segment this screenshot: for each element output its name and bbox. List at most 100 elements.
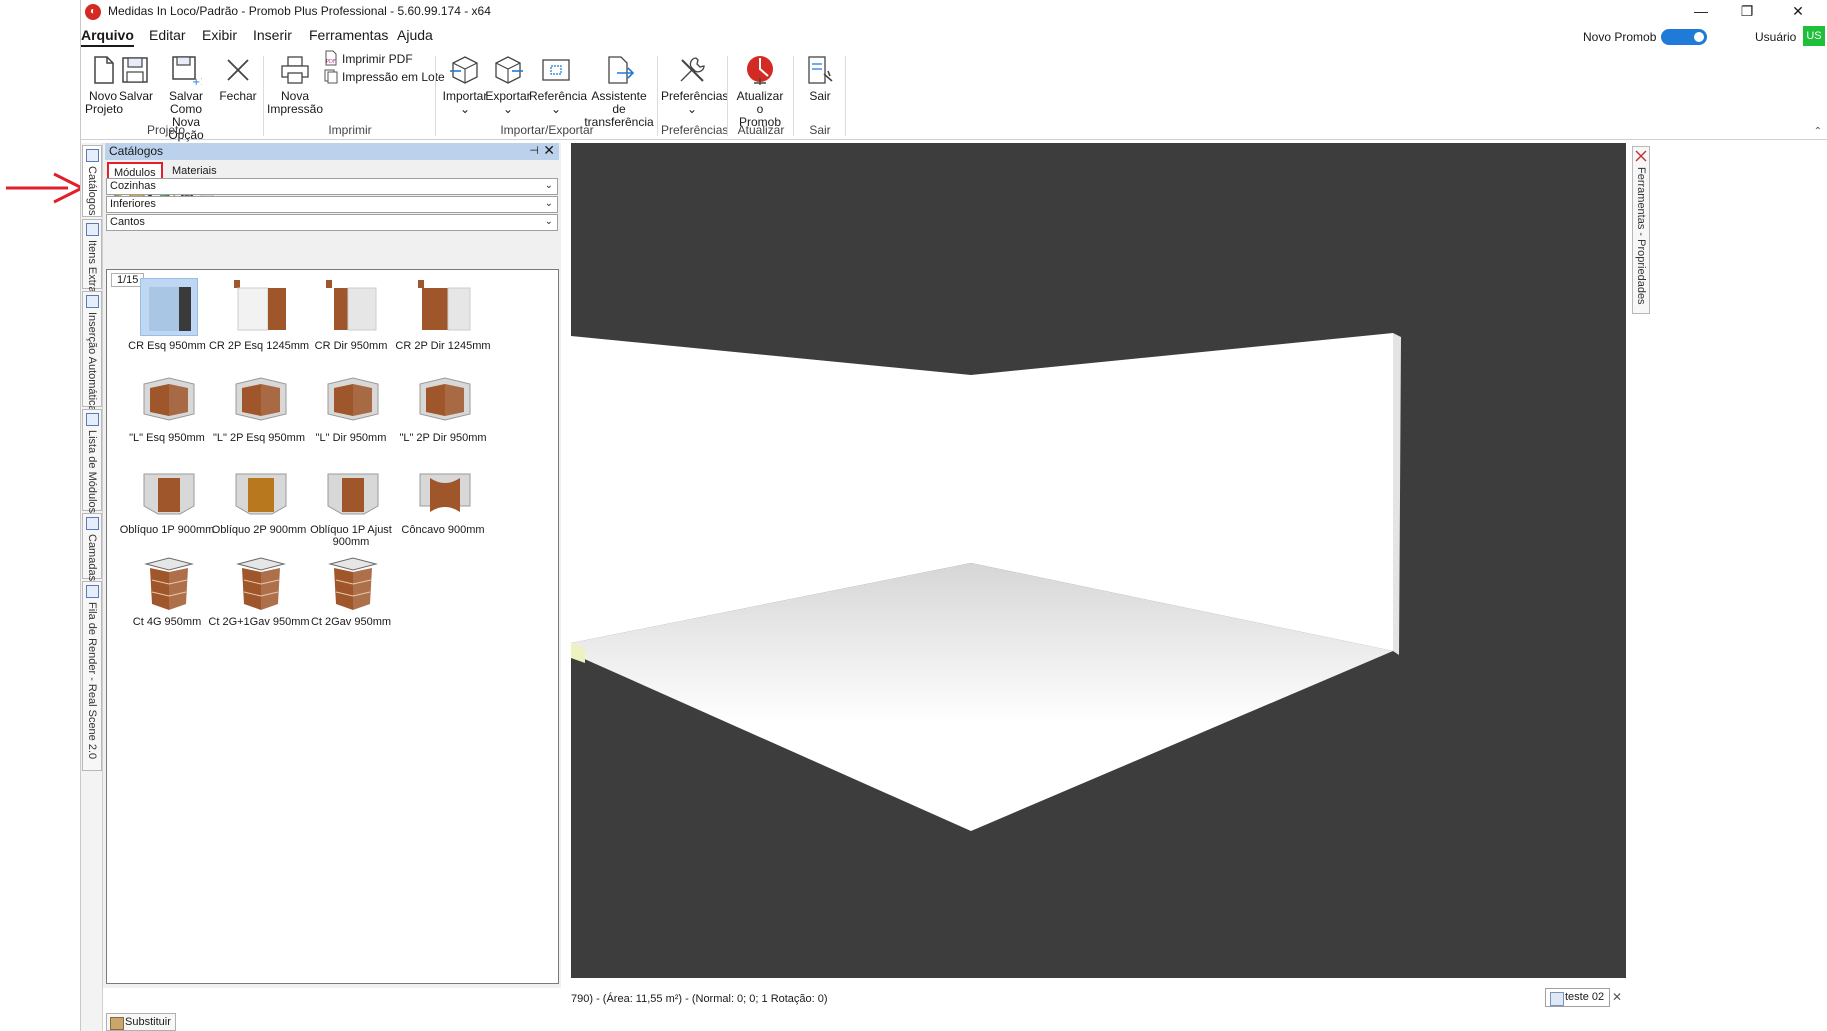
catalog-panel: Catálogos ⊣ ✕ Módulos Materiais Cozinhas… (103, 142, 561, 1031)
catalog-item-thumbnail (232, 462, 290, 520)
minimize-button[interactable]: — (1678, 0, 1724, 24)
close-window-button[interactable]: ✕ (1775, 0, 1821, 24)
vtab-ferramentas-propriedades[interactable]: Ferramentas - Propriedades (1632, 146, 1650, 314)
sair-button[interactable]: Sair (801, 54, 839, 103)
ribbon-collapse-button[interactable]: ⌃ (1814, 126, 1822, 137)
catalog-item[interactable]: Oblíquo 2P 900mm (206, 458, 312, 558)
vtab-camadas-label: Camadas (86, 534, 98, 582)
catalog-item[interactable]: Oblíquo 1P 900mm (114, 458, 220, 558)
menu-exibir[interactable]: Exibir (202, 27, 237, 43)
catalog-item[interactable]: Ct 2G+1Gav 950mm (206, 550, 312, 650)
catalog-item-label: Oblíquo 2P 900mm (211, 524, 307, 536)
usuario-label[interactable]: Usuário (1755, 30, 1796, 44)
catalog-item[interactable]: CR Esq 950mm (114, 274, 220, 374)
catalog-item-thumbnail (416, 278, 474, 336)
new-file-icon (94, 56, 114, 84)
group-label-importar-exportar: Importar/Exportar (500, 123, 594, 137)
salvar-button[interactable]: Salvar (119, 54, 153, 103)
catalog-item[interactable]: CR Dir 950mm (298, 274, 404, 374)
catalog-close-button[interactable]: ✕ (543, 142, 555, 159)
vtab-itens-extras-label: Itens Extras (86, 240, 98, 299)
menu-editar[interactable]: Editar (149, 27, 186, 43)
novo-projeto-button[interactable]: Novo Projeto (85, 54, 124, 116)
novo-projeto-label: Novo Projeto (85, 89, 124, 116)
catalog-item-label: "L" Esq 950mm (129, 432, 205, 444)
group-separator (435, 56, 436, 136)
impressao-lote-button[interactable]: Impressão em Lote (323, 68, 445, 84)
group-dropdown[interactable]: Cantos ⌄ (106, 214, 558, 231)
catalog-item[interactable]: Oblíquo 1P Ajust 900mm (298, 458, 404, 558)
importar-dropdown-caret: ⌄ (459, 102, 471, 116)
user-avatar[interactable]: US (1803, 26, 1825, 46)
vtab-itens-extras[interactable]: Itens Extras (82, 219, 102, 298)
promob-update-icon (747, 56, 773, 85)
menu-inserir[interactable]: Inserir (253, 27, 292, 43)
catalog-item-thumbnail (232, 278, 290, 336)
subcategory-dropdown[interactable]: Inferiores ⌄ (106, 196, 558, 213)
menu-arquivo[interactable]: Arquivo (81, 27, 134, 47)
app-window: ◐ Medidas In Loco/Padrão - Promob Plus P… (80, 0, 1827, 1031)
menu-ajuda[interactable]: Ajuda (397, 27, 433, 43)
category-dropdown[interactable]: Cozinhas ⌄ (106, 178, 558, 195)
substituir-button[interactable]: Substituir (106, 1013, 176, 1031)
catalog-item-label: CR 2P Dir 1245mm (395, 340, 491, 352)
catalog-item[interactable]: Côncavo 900mm (390, 458, 496, 558)
catalog-item[interactable]: CR 2P Dir 1245mm (390, 274, 496, 374)
referencia-button[interactable]: Referência ⌄ (529, 54, 587, 116)
catalog-item[interactable]: "L" 2P Esq 950mm (206, 366, 312, 466)
menu-ferramentas[interactable]: Ferramentas (309, 27, 388, 43)
nova-impressao-button[interactable]: Nova Impressão (267, 54, 323, 116)
project-tab-close-icon[interactable]: ✕ (1612, 990, 1622, 1004)
catalog-item-label: CR Esq 950mm (128, 340, 206, 352)
red-arrow-annotation (6, 172, 84, 204)
catalog-item[interactable]: CR 2P Esq 1245mm (206, 274, 312, 374)
subcategory-dropdown-value: Inferiores (110, 198, 156, 210)
catalog-item[interactable]: "L" Dir 950mm (298, 366, 404, 466)
fechar-button[interactable]: Fechar (219, 54, 257, 103)
impressao-lote-label: Impressão em Lote (342, 70, 445, 84)
catalog-item-thumbnail (324, 554, 382, 612)
catalog-item-thumbnail (416, 370, 474, 428)
chevron-down-icon: ⌄ (544, 198, 553, 209)
importar-button[interactable]: Importar ⌄ (441, 54, 489, 116)
transfer-wizard-icon (608, 56, 635, 84)
atualizar-promob-button[interactable]: Atualizar o Promob (733, 54, 787, 129)
catalog-item[interactable]: Ct 2Gav 950mm (298, 550, 404, 650)
vtab-catalogos[interactable]: Catálogos (82, 145, 102, 217)
vtab-insercao-automatica[interactable]: Inserção Automática (82, 291, 102, 412)
export-cube-icon (495, 56, 523, 84)
group-label-sair: Sair (809, 123, 831, 137)
novo-promob-label: Novo Promob (1583, 30, 1657, 44)
catalog-header: Catálogos ⊣ ✕ (105, 142, 559, 160)
preferencias-button[interactable]: Preferências ⌄ (661, 54, 728, 116)
ribbon: Novo Projeto Salvar +1 Salvar Como Nova … (81, 50, 1827, 142)
layers-icon (86, 517, 99, 530)
vtab-lista-modulos[interactable]: Lista de Módulos (82, 409, 102, 513)
exit-icon (808, 56, 833, 84)
vtab-camadas[interactable]: Camadas (82, 513, 102, 582)
project-tab[interactable]: teste 02 (1545, 988, 1611, 1007)
exportar-button[interactable]: Exportar ⌄ (485, 54, 531, 116)
save-icon (122, 57, 148, 83)
catalog-item[interactable]: "L" Esq 950mm (114, 366, 220, 466)
catalog-item[interactable]: "L" 2P Dir 950mm (390, 366, 496, 466)
imprimir-pdf-label: Imprimir PDF (342, 52, 413, 66)
room-3d-render (571, 333, 1401, 831)
maximize-button[interactable]: ❐ (1724, 0, 1770, 24)
3d-viewport[interactable] (571, 143, 1626, 978)
vtab-catalogos-label: Catálogos (86, 166, 98, 216)
svg-text:+1: +1 (192, 77, 202, 86)
imprimir-pdf-button[interactable]: PDF Imprimir PDF (323, 50, 413, 66)
catalog-item-thumbnail (416, 462, 474, 520)
fechar-label: Fechar (219, 89, 257, 103)
catalog-item-thumbnail (324, 278, 382, 336)
chevron-down-icon: ⌄ (544, 180, 553, 191)
group-separator (263, 56, 264, 136)
assistente-transferencia-button[interactable]: Assistente de transferência (583, 54, 655, 129)
catalog-item[interactable]: Ct 4G 950mm (114, 550, 220, 650)
left-dock-strip: Catálogos Itens Extras Inserção Automáti… (81, 143, 103, 1031)
pin-icon[interactable]: ⊣ (529, 144, 539, 157)
novo-promob-toggle[interactable] (1661, 29, 1707, 45)
reference-icon (542, 59, 570, 81)
vtab-fila-render[interactable]: Fila de Render - Real Scene 2.0 (82, 581, 102, 771)
